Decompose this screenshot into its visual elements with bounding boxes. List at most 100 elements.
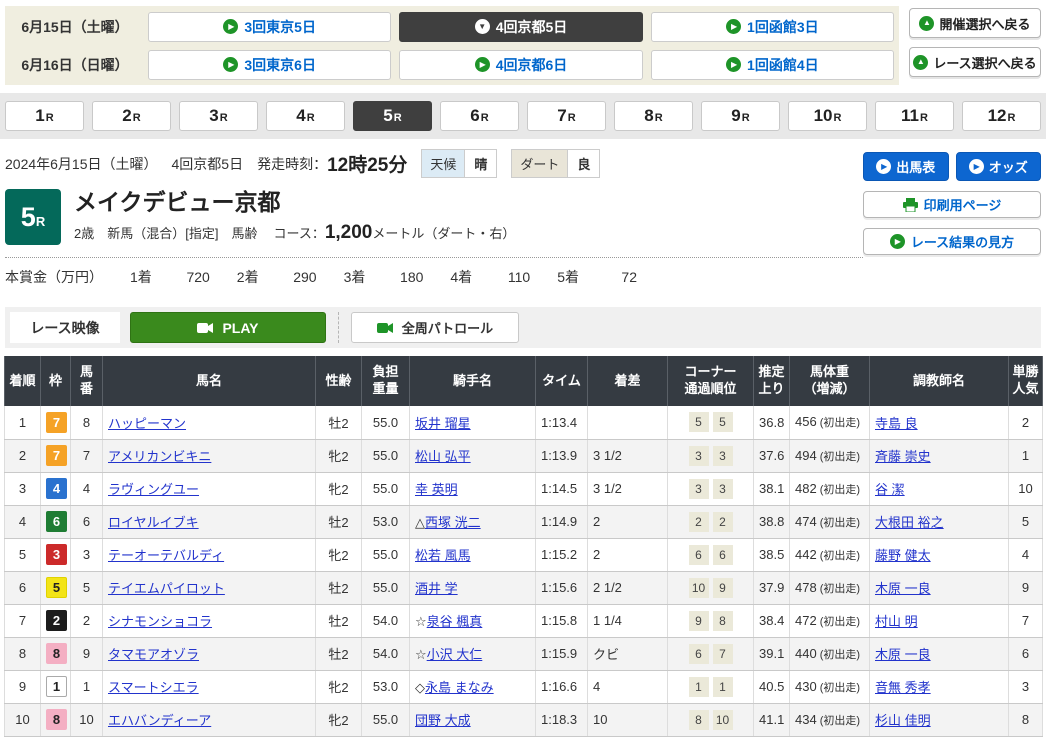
jockey-link[interactable]: 団野 大成 — [415, 713, 471, 728]
back-button-label: レース選択へ戻る — [933, 53, 1036, 72]
corner-position: 8 — [689, 710, 709, 730]
jockey-link[interactable]: 松若 風馬 — [415, 548, 471, 563]
result-row: 911スマートシエラ牝253.0◇永島 まなみ1:16.641140.5430 … — [5, 670, 1043, 703]
meeting-tab[interactable]: 1回函館3日 — [651, 12, 894, 42]
trainer-link[interactable]: 藤野 健太 — [875, 548, 931, 563]
corner-position: 6 — [689, 545, 709, 565]
trainer-link[interactable]: 音無 秀孝 — [875, 680, 931, 695]
prize-amount: 180 — [381, 269, 423, 285]
trainer-link[interactable]: 大根田 裕之 — [875, 515, 944, 530]
column-header: 単勝 人気 — [1009, 356, 1043, 406]
horse-number: 4 — [71, 472, 103, 505]
prize-items: 1着7202着2903着1804着1105着72 — [103, 267, 637, 287]
horse-number: 7 — [71, 439, 103, 472]
jockey-cell: 坂井 瑠星 — [410, 406, 536, 439]
video-bar-divider — [338, 312, 339, 343]
trainer-link[interactable]: 寺島 良 — [875, 416, 918, 431]
last-3f: 40.5 — [754, 670, 790, 703]
jockey-link[interactable]: 泉谷 楓真 — [427, 614, 483, 629]
race-tab-number: 4 — [296, 106, 305, 126]
trainer-link[interactable]: 木原 一良 — [875, 647, 931, 662]
start-time-label: 発走時刻： — [257, 154, 327, 174]
horse-name-link[interactable]: テイエムパイロット — [108, 581, 225, 596]
horse-name-link[interactable]: ロイヤルイブキ — [108, 515, 199, 530]
back-buttons: 開催選択へ戻るレース選択へ戻る — [899, 6, 1041, 85]
finish-time: 1:15.6 — [536, 571, 588, 604]
last-3f: 36.8 — [754, 406, 790, 439]
results-guide-button[interactable]: レース結果の見方 — [863, 228, 1041, 255]
odds-button-label: オッズ — [989, 157, 1028, 176]
meeting-tab[interactable]: 3回東京5日 — [148, 12, 391, 42]
race-tab-12r[interactable]: 12R — [962, 101, 1041, 131]
race-tab-7r[interactable]: 7R — [527, 101, 606, 131]
print-page-button[interactable]: 印刷用ページ — [863, 191, 1041, 218]
race-tab-suffix: R — [833, 112, 841, 124]
jockey-link[interactable]: 永島 まなみ — [425, 680, 494, 695]
blue-button-row: 出馬表 オッズ — [863, 152, 1041, 181]
race-tab-number: 7 — [557, 106, 566, 126]
meeting-tab[interactable]: 3回東京6日 — [148, 50, 391, 80]
margin: 2 1/2 — [588, 571, 668, 604]
trainer-link[interactable]: 谷 潔 — [875, 482, 905, 497]
sex-age: 牝2 — [316, 439, 362, 472]
play-button[interactable]: PLAY — [130, 312, 326, 343]
meeting-tab[interactable]: 1回函館4日 — [651, 50, 894, 80]
trainer-link[interactable]: 村山 明 — [875, 614, 918, 629]
prize-amount: 720 — [168, 269, 210, 285]
trainer-cell: 木原 一良 — [870, 571, 1009, 604]
horse-name-link[interactable]: エハバンディーア — [108, 713, 211, 728]
race-tab-10r[interactable]: 10R — [788, 101, 867, 131]
jockey-link[interactable]: 松山 弘平 — [415, 449, 471, 464]
trainer-link[interactable]: 木原 一良 — [875, 581, 931, 596]
jockey-link[interactable]: 西塚 洸二 — [425, 515, 481, 530]
race-tab-11r[interactable]: 11R — [875, 101, 954, 131]
result-row: 178ハッピーマン牡255.0坂井 瑠星1:13.45536.8456 (初出走… — [5, 406, 1043, 439]
jockey-link[interactable]: 小沢 大仁 — [427, 647, 483, 662]
back-button[interactable]: 開催選択へ戻る — [909, 8, 1041, 38]
odds-button[interactable]: オッズ — [956, 152, 1042, 181]
horse-weight: 434 — [795, 712, 817, 727]
jockey-link[interactable]: 幸 英明 — [415, 482, 458, 497]
race-tab-2r[interactable]: 2R — [92, 101, 171, 131]
trainer-link[interactable]: 斉藤 崇史 — [875, 449, 931, 464]
race-tab-8r[interactable]: 8R — [614, 101, 693, 131]
jockey-cell: △西塚 洸二 — [410, 505, 536, 538]
trainer-link[interactable]: 杉山 佳明 — [875, 713, 931, 728]
race-tab-suffix: R — [742, 112, 750, 124]
results-table-header: 着順枠馬 番馬名性齢負担 重量騎手名タイム着差コーナー 通過順位推定 上り馬体重… — [5, 356, 1043, 406]
race-tab-9r[interactable]: 9R — [701, 101, 780, 131]
shutuba-button[interactable]: 出馬表 — [863, 152, 949, 181]
date-label: 6月16日（日曜） — [10, 55, 140, 75]
meeting-tab[interactable]: 4回京都5日 — [399, 12, 642, 42]
jockey-link[interactable]: 酒井 学 — [415, 581, 458, 596]
trainer-cell: 音無 秀孝 — [870, 670, 1009, 703]
arrow-up-icon — [913, 55, 928, 70]
horse-name-link[interactable]: ラヴィングユー — [108, 482, 199, 497]
horse-number: 5 — [71, 571, 103, 604]
jockey-link[interactable]: 坂井 瑠星 — [415, 416, 471, 431]
horse-name-link[interactable]: シナモンショコラ — [108, 614, 212, 629]
last-3f: 41.1 — [754, 703, 790, 736]
race-tab-4r[interactable]: 4R — [266, 101, 345, 131]
horse-name-link[interactable]: スマートシエラ — [108, 680, 199, 695]
horse-name-link[interactable]: テーオーテバルディ — [108, 548, 224, 563]
horse-number: 2 — [71, 604, 103, 637]
meeting-tab[interactable]: 4回京都6日 — [399, 50, 642, 80]
horse-weight-cell: 434 (初出走) — [790, 703, 870, 736]
race-tab-5r[interactable]: 5R — [353, 101, 432, 131]
race-tab-1r[interactable]: 1R — [5, 101, 84, 131]
corner-position: 8 — [713, 611, 733, 631]
race-tab-6r[interactable]: 6R — [440, 101, 519, 131]
margin: 3 1/2 — [588, 472, 668, 505]
horse-weight-note: (初出走) — [817, 484, 860, 496]
horse-name-link[interactable]: ハッピーマン — [108, 416, 186, 431]
column-header: 負担 重量 — [362, 356, 410, 406]
patrol-video-button[interactable]: 全周パトロール — [351, 312, 519, 343]
horse-name-link[interactable]: タマモアオゾラ — [108, 647, 199, 662]
horse-name-link[interactable]: アメリカンビキニ — [108, 449, 211, 464]
race-header-left: 2024年6月15日（土曜） 4回京都5日 発走時刻： 12時25分 天候 晴 … — [5, 149, 863, 297]
race-tab-3r[interactable]: 3R — [179, 101, 258, 131]
column-header: タイム — [536, 356, 588, 406]
back-button[interactable]: レース選択へ戻る — [909, 47, 1041, 77]
bracket-cell: 2 — [41, 604, 71, 637]
